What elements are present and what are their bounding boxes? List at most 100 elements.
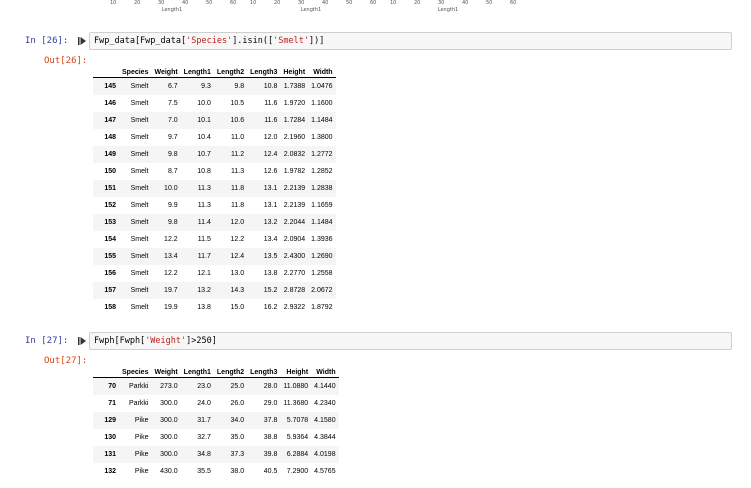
table-cell: 28.0 <box>263 382 278 390</box>
table-row: 148 Smelt 9.7 10.4 11.0 12.0 2.1960 1.3800 <box>93 129 336 146</box>
code-input[interactable]: Fwph[Fwph['Weight']>250] <box>89 332 732 350</box>
table-cell: 12.2 <box>164 269 178 277</box>
table-cell: Pike <box>134 450 149 458</box>
row-index: 151 <box>104 184 116 192</box>
table-cell: Smelt <box>130 99 149 107</box>
tick-label: 10 <box>110 0 117 6</box>
input-prompt: In [26]: <box>25 36 69 46</box>
table-cell: 9.9 <box>167 201 178 209</box>
table-cell: 25.0 <box>230 382 245 390</box>
run-cell-icon[interactable] <box>78 337 86 345</box>
table-row: 145 Smelt 6.7 9.3 9.8 10.8 1.7388 1.0476 <box>93 77 336 95</box>
table-cell: Smelt <box>130 303 149 311</box>
table-row: 154 Smelt 12.2 11.5 12.2 13.4 2.0904 1.3936 <box>93 231 336 248</box>
table-cell: 13.1 <box>263 201 278 209</box>
table-cell: 1.9782 <box>283 167 306 175</box>
table-cell: Smelt <box>130 133 149 141</box>
table-cell: 273.0 <box>160 382 178 390</box>
table-row: 157 Smelt 19.7 13.2 14.3 15.2 2.8728 2.0672 <box>93 281 336 299</box>
row-index: 158 <box>104 303 116 311</box>
run-cell-icon[interactable] <box>78 37 86 45</box>
table-cell: 13.4 <box>164 252 178 260</box>
row-index: 70 <box>108 382 116 390</box>
table-cell: 2.4300 <box>283 252 306 260</box>
table-cell: 4.3844 <box>314 433 336 441</box>
table-cell: 4.1440 <box>314 382 336 390</box>
row-index: 149 <box>104 150 116 158</box>
tick-label: 20 <box>274 0 281 6</box>
table-cell: 11.8 <box>231 184 245 192</box>
table-cell: 10.0 <box>197 99 211 107</box>
table-cell: 9.8 <box>234 82 245 90</box>
table-cell: 1.2690 <box>311 252 333 260</box>
tick-label: 30 <box>438 0 445 6</box>
table-cell: 37.8 <box>263 416 278 424</box>
table-cell: 7.2900 <box>286 467 309 475</box>
table-cell: 2.2139 <box>283 201 306 209</box>
table-cell: Smelt <box>130 150 149 158</box>
table-cell: 10.4 <box>197 133 211 141</box>
table-cell: 11.3680 <box>283 399 309 407</box>
table-cell: 1.8792 <box>311 303 333 311</box>
table-cell: 39.8 <box>263 450 278 458</box>
code-input[interactable]: Fwp_data[Fwp_data['Species'].isin(['Smel… <box>89 32 732 50</box>
table-cell: 12.0 <box>230 218 245 226</box>
table-cell: 12.6 <box>263 167 278 175</box>
table-cell: 2.2770 <box>283 269 306 277</box>
table-cell: 13.2 <box>197 286 211 294</box>
table-cell: Pike <box>134 433 149 441</box>
tick-label: 50 <box>206 0 213 6</box>
column-header: Width <box>311 362 339 378</box>
table-cell: Smelt <box>130 286 149 294</box>
dataframe-table: Species Weight Length1 Length2 Length3 H… <box>93 62 336 316</box>
table-cell: 2.0672 <box>311 286 333 294</box>
table-cell: Smelt <box>130 218 149 226</box>
table-cell: 2.1960 <box>283 133 306 141</box>
output-prompt: Out[26]: <box>44 56 88 66</box>
table-cell: 11.2 <box>231 150 245 158</box>
table-cell: Parkki <box>129 399 149 407</box>
table-cell: 34.0 <box>230 416 245 424</box>
table-cell: 19.9 <box>164 303 178 311</box>
input-prompt: In [27]: <box>25 336 69 346</box>
table-cell: 7.0 <box>167 116 178 124</box>
table-cell: 10.7 <box>197 150 211 158</box>
row-index: 157 <box>104 286 116 294</box>
table-cell: 10.0 <box>164 184 178 192</box>
table-cell: 11.4 <box>197 218 211 226</box>
row-index: 150 <box>104 167 116 175</box>
table-row: 149 Smelt 9.8 10.7 11.2 12.4 2.0832 1.2772 <box>93 145 336 163</box>
column-header: Length1 <box>180 62 214 78</box>
index-header <box>93 62 119 78</box>
table-cell: 34.8 <box>197 450 211 458</box>
table-cell: Smelt <box>130 201 149 209</box>
table-cell: 2.9322 <box>283 303 306 311</box>
tick-label: 60 <box>230 0 237 6</box>
table-row: 70 Parkki 273.0 23.0 25.0 28.0 11.0880 4.1440 <box>93 377 339 395</box>
table-cell: 4.0198 <box>314 450 336 458</box>
code-string: 'Species' <box>186 36 233 46</box>
plot-xlabel: Length1 <box>161 7 183 13</box>
plot-output-strip: 10 20 30 40 50 60 Length1 10 20 30 40 50… <box>0 0 751 14</box>
table-cell: 19.7 <box>164 286 178 294</box>
table-cell: 1.1600 <box>311 99 333 107</box>
table-cell: Smelt <box>130 116 149 124</box>
row-index: 148 <box>104 133 116 141</box>
table-cell: 12.2 <box>230 235 245 243</box>
table-cell: Pike <box>134 416 149 424</box>
row-index: 152 <box>104 201 116 209</box>
table-row: 151 Smelt 10.0 11.3 11.8 13.1 2.2139 1.2838 <box>93 179 336 197</box>
table-cell: 35.5 <box>197 467 211 475</box>
tick-label: 30 <box>158 0 165 6</box>
table-row: 130 Pike 300.0 32.7 35.0 38.8 5.9364 4.3844 <box>93 429 339 446</box>
table-cell: 40.5 <box>263 467 278 475</box>
table-cell: 4.1580 <box>314 416 336 424</box>
table-cell: 10.8 <box>197 167 211 175</box>
row-index: 132 <box>104 467 116 475</box>
table-row: 156 Smelt 12.2 12.1 13.0 13.8 2.2770 1.2558 <box>93 265 336 282</box>
table-cell: 1.3936 <box>311 235 333 243</box>
row-index: 154 <box>104 235 116 243</box>
table-row: 152 Smelt 9.9 11.3 11.8 13.1 2.2139 1.1659 <box>93 197 336 214</box>
table-cell: 1.1484 <box>311 218 333 226</box>
table-cell: 1.1659 <box>311 201 333 209</box>
